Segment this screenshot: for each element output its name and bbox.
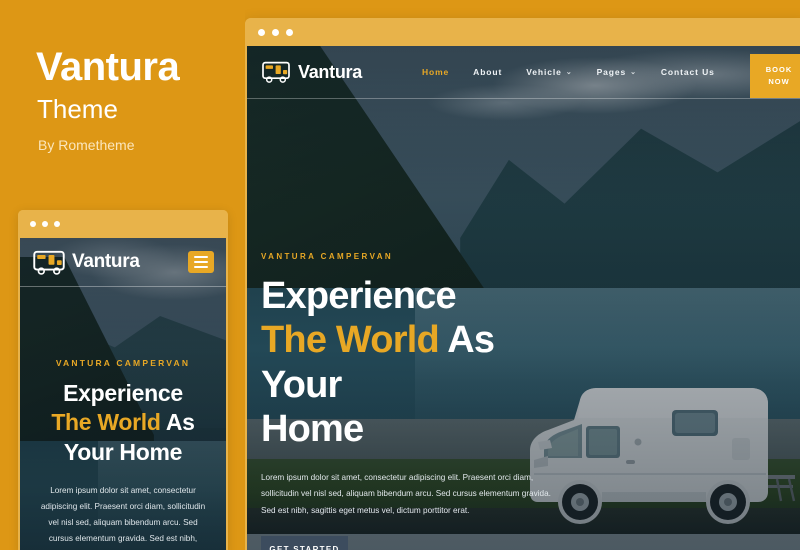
campervan-icon: [33, 250, 65, 275]
mobile-browser-window: Vantura VANTURA CAMPERVAN Experience The…: [18, 210, 228, 550]
hero-paragraph: Lorem ipsum dolor sit amet, consectetur …: [261, 472, 551, 515]
hamburger-line: [194, 261, 208, 263]
promo-byline: By Rometheme: [38, 137, 135, 153]
mobile-hero-content: VANTURA CAMPERVAN Experience The World A…: [20, 358, 226, 550]
campervan-icon: [262, 61, 290, 83]
nav-item-contact-label: Contact Us: [660, 67, 715, 77]
nav-item-pages[interactable]: Pages ⌄: [597, 67, 637, 77]
nav-item-vehicle[interactable]: Vehicle ⌄: [526, 67, 572, 77]
window-dot-close-icon[interactable]: [258, 29, 265, 36]
mobile-hero-eyebrow: VANTURA CAMPERVAN: [55, 358, 191, 368]
mobile-hero-paragraph: Lorem ipsum dolor sit amet, consectetur …: [40, 486, 206, 544]
hamburger-line: [194, 256, 208, 258]
window-dot-maximize-icon[interactable]: [286, 29, 293, 36]
window-dot-maximize-icon[interactable]: [54, 221, 60, 227]
mobile-hero-heading-line3: Your Home: [63, 438, 183, 465]
nav-item-vehicle-label: Vehicle: [526, 67, 562, 77]
mobile-hero-heading-line1: Experience: [63, 380, 183, 406]
mobile-titlebar: [18, 210, 228, 238]
mobile-hero-heading-accent: The World: [51, 409, 161, 436]
hamburger-icon[interactable]: [188, 251, 214, 273]
promo-subtitle: Theme: [37, 94, 118, 124]
mobile-brand-name: Vantura: [72, 251, 140, 272]
nav-item-about[interactable]: About: [473, 67, 502, 77]
book-now-line2: NOW: [768, 77, 790, 86]
window-controls[interactable]: [258, 29, 293, 36]
hamburger-line: [194, 266, 208, 268]
mobile-viewport: Vantura VANTURA CAMPERVAN Experience The…: [20, 238, 226, 550]
mobile-window-controls[interactable]: [30, 221, 60, 227]
site-logo[interactable]: Vantura: [261, 61, 362, 83]
hero-eyebrow: VANTURA CAMPERVAN: [261, 252, 394, 261]
nav-item-about-label: About: [473, 67, 503, 77]
desktop-titlebar: [245, 18, 800, 46]
main-menu: Home About Vehicle ⌄ Pages ⌄ Contact Us: [422, 67, 715, 77]
promo-title: Vantura: [36, 45, 180, 89]
nav-item-home[interactable]: Home: [422, 67, 449, 77]
window-dot-minimize-icon[interactable]: [42, 221, 48, 227]
get-started-button[interactable]: GET STARTED: [261, 536, 348, 550]
mobile-site-logo[interactable]: Vantura: [32, 250, 140, 275]
window-dot-minimize-icon[interactable]: [272, 29, 279, 36]
site-navbar: Vantura Home About Vehicle ⌄ Pages ⌄ Con…: [247, 46, 800, 98]
hero-heading-accent: The World: [261, 319, 440, 362]
book-now-line1: BOOK: [765, 65, 793, 74]
window-dot-close-icon[interactable]: [30, 221, 36, 227]
mobile-hero-heading: Experience The World As Your Home: [30, 379, 216, 467]
navbar-divider: [247, 98, 800, 99]
hero-heading: Experience The World As Your Home: [261, 274, 581, 452]
nav-item-home-label: Home: [421, 67, 450, 77]
desktop-browser-window: Vantura Home About Vehicle ⌄ Pages ⌄ Con…: [245, 18, 800, 550]
hero-heading-line1: Experience: [261, 275, 457, 317]
site-brand-name: Vantura: [298, 61, 362, 82]
desktop-viewport: Vantura Home About Vehicle ⌄ Pages ⌄ Con…: [247, 46, 800, 550]
hero-heading-line3: Home: [261, 408, 364, 451]
chevron-down-icon: ⌄: [630, 69, 637, 76]
mobile-hero-heading-line2-rest: As: [160, 409, 195, 436]
hero-content: VANTURA CAMPERVAN Experience The World A…: [261, 252, 581, 550]
mobile-navbar-divider: [20, 286, 226, 287]
book-now-button[interactable]: BOOK NOW: [750, 54, 800, 98]
chevron-down-icon: ⌄: [565, 69, 573, 76]
mobile-navbar: Vantura: [20, 238, 226, 286]
nav-item-pages-label: Pages: [596, 67, 627, 77]
nav-item-contact-us[interactable]: Contact Us: [661, 67, 715, 77]
